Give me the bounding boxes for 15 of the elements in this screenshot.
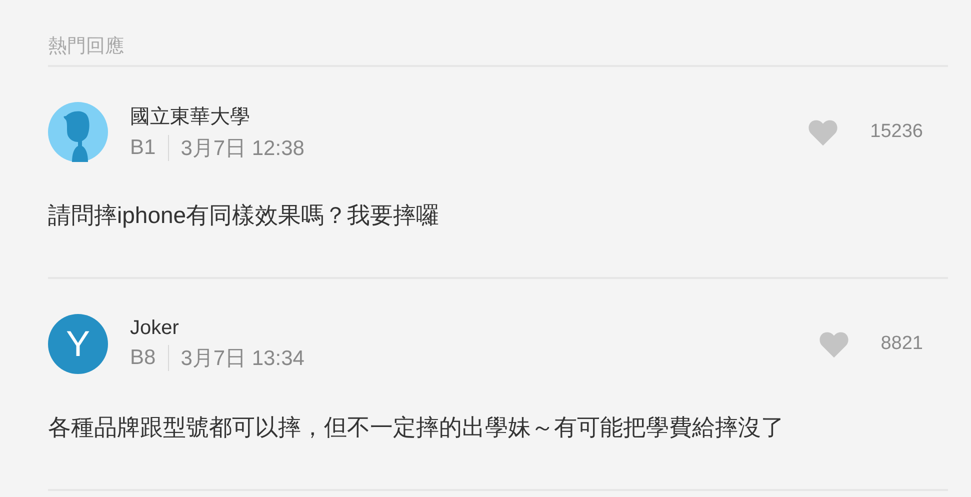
author-name[interactable]: Joker	[130, 316, 819, 340]
heart-icon[interactable]	[808, 118, 838, 146]
comment-text: 請問摔iphone有同樣效果嗎？我要摔囉	[48, 201, 440, 230]
like-count: 8821	[880, 333, 923, 355]
like-count: 15236	[870, 121, 923, 143]
floor-number: B8	[130, 346, 156, 370]
heart-icon[interactable]	[818, 330, 849, 358]
avatar-icon	[48, 102, 108, 162]
avatar: Y	[48, 314, 108, 374]
floor-number: B1	[130, 136, 156, 160]
post-time: 3月7日 12:38	[180, 136, 304, 162]
comment-text: 各種品牌跟型號都可以摔，但不一定摔的出學妹～有可能把學費給摔沒了	[48, 413, 785, 442]
post-time: 3月7日 13:34	[180, 346, 304, 372]
section-title: 熱門回應	[48, 36, 124, 57]
author-name[interactable]: 國立東華大學	[130, 102, 808, 130]
